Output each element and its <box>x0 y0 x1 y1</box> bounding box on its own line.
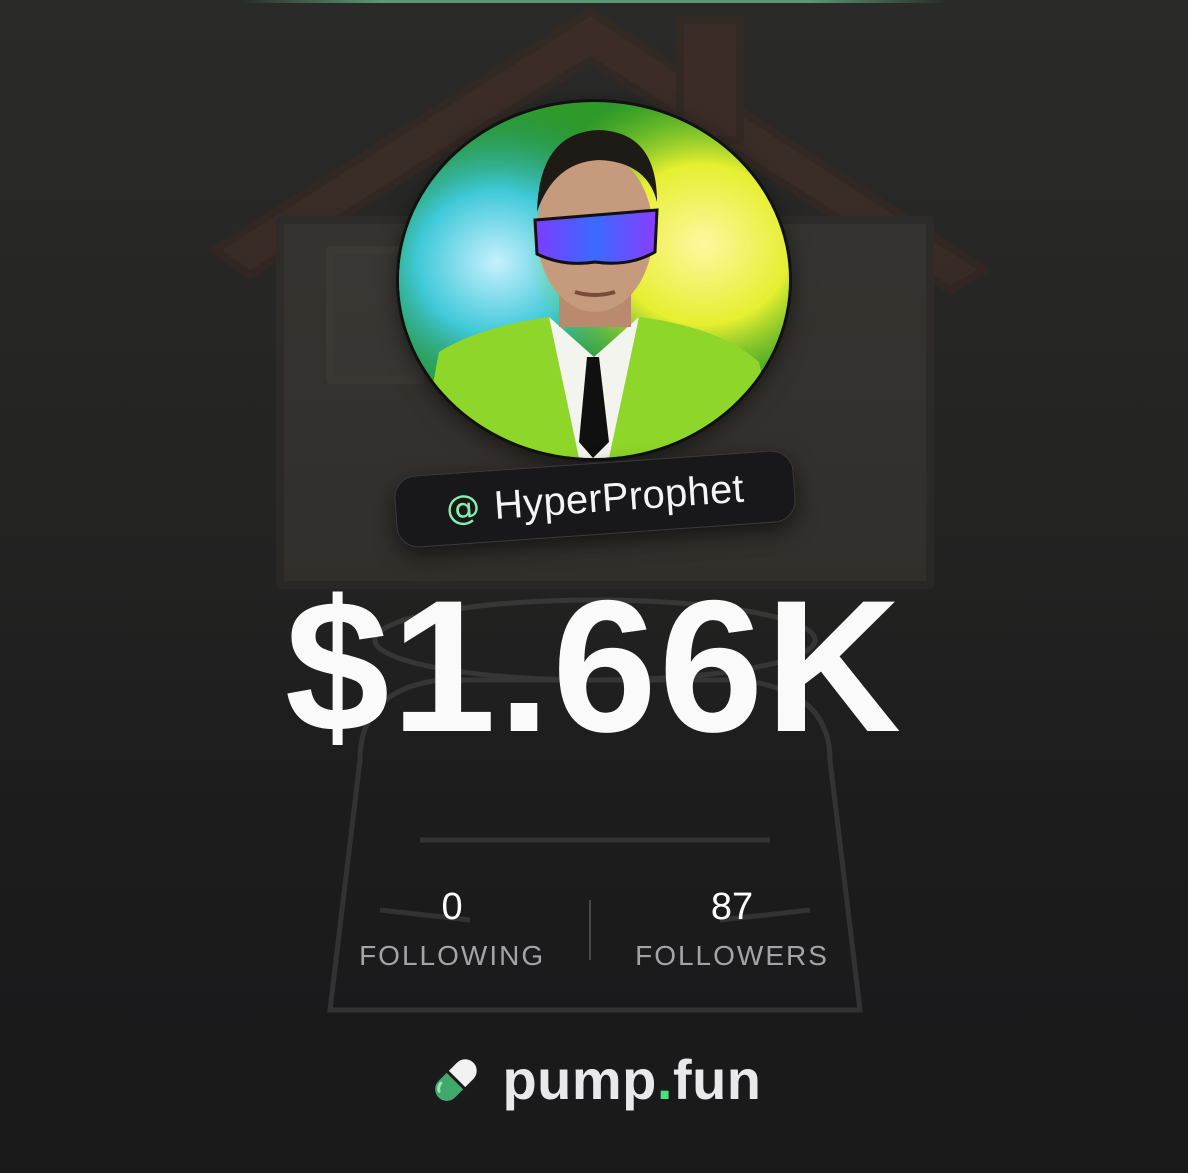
pill-icon <box>432 1055 481 1104</box>
brand-name-dot: . <box>656 1048 673 1111</box>
brand-name-part1: pump <box>502 1048 657 1111</box>
followers-label: FOLLOWERS <box>635 940 829 971</box>
brand-footer: pump.fun <box>0 1047 1188 1112</box>
profile-avatar[interactable] <box>399 102 789 458</box>
brand-name-part2: fun <box>672 1048 762 1111</box>
following-count: 0 <box>441 886 463 928</box>
follow-stats: 0 FOLLOWING 87 FOLLOWERS <box>0 888 1188 970</box>
followers-stat[interactable]: 87 FOLLOWERS <box>635 888 829 970</box>
portfolio-value: $1.66K <box>284 561 904 771</box>
username-label: HyperProphet <box>492 466 746 528</box>
followers-count: 87 <box>710 886 754 928</box>
stats-divider <box>589 900 592 960</box>
brand-name[interactable]: pump.fun <box>502 1047 761 1112</box>
avatar-image <box>399 102 789 458</box>
following-stat[interactable]: 0 FOLLOWING <box>359 888 545 970</box>
following-label: FOLLOWING <box>359 940 546 971</box>
at-symbol: @ <box>444 487 482 530</box>
